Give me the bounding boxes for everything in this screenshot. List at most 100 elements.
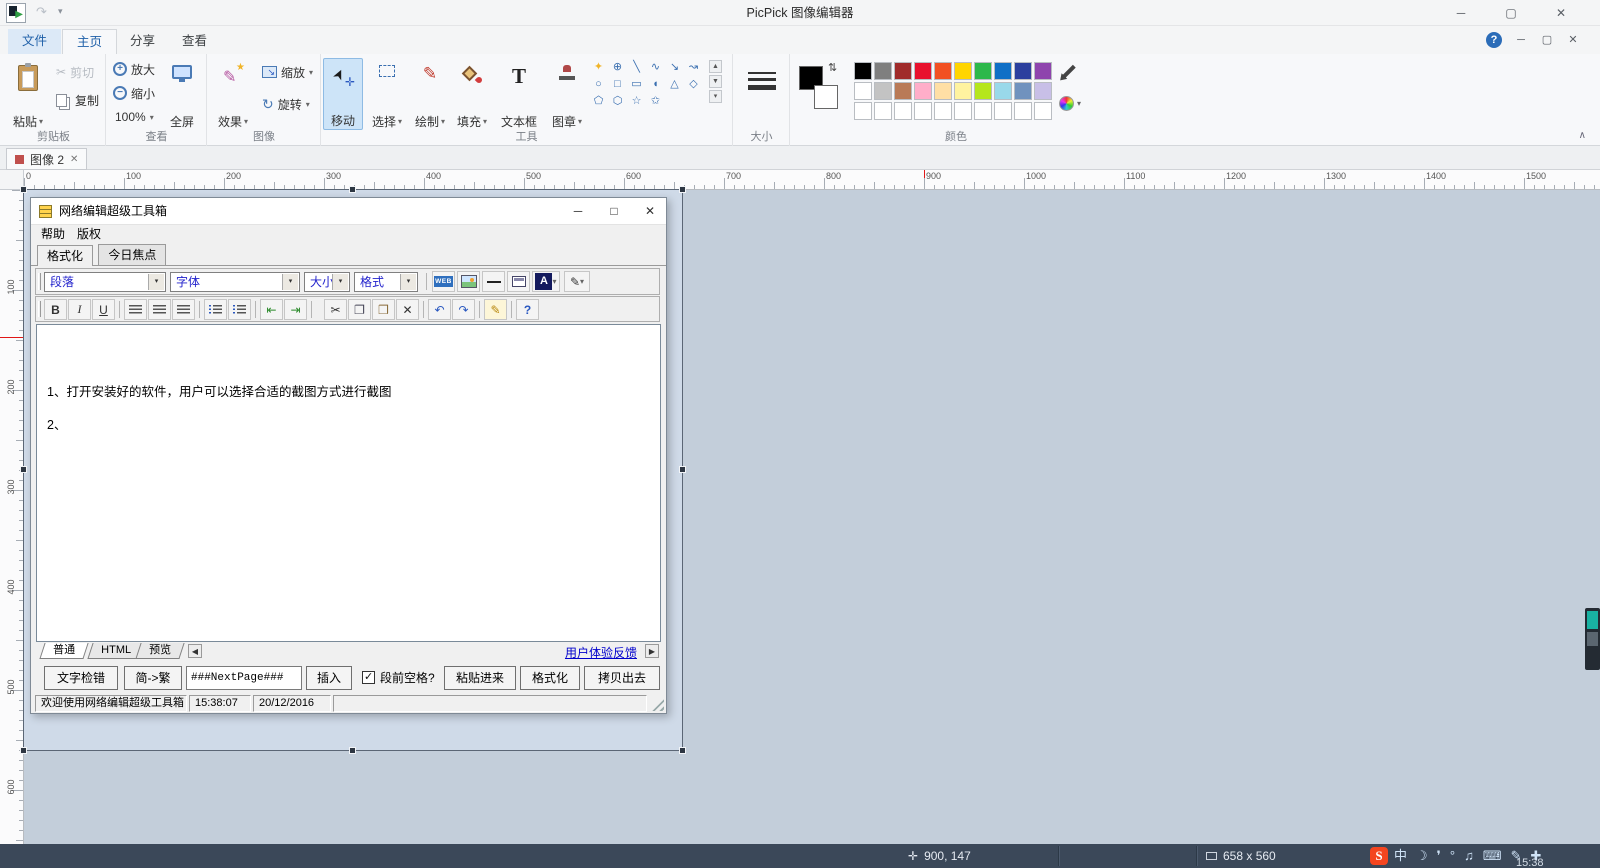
stamp-tool-button[interactable]: 图章▾ xyxy=(547,58,587,130)
fullscreen-button[interactable]: 全屏 xyxy=(161,58,203,130)
color-swatch[interactable] xyxy=(974,62,992,80)
redo-icon[interactable]: ↷ xyxy=(36,4,47,20)
font-combo[interactable]: 字体▾ xyxy=(170,272,300,292)
color-swatch[interactable] xyxy=(1034,102,1052,120)
fill-tool-button[interactable]: 填充▾ xyxy=(453,58,491,130)
punctuation-icon[interactable]: ❜ xyxy=(1437,844,1441,868)
delete-button[interactable]: ✕ xyxy=(396,299,419,320)
maximize-button[interactable]: ▢ xyxy=(1490,0,1532,26)
redo-button[interactable]: ↷ xyxy=(452,299,475,320)
selection-handle[interactable] xyxy=(20,466,27,473)
shape-14[interactable]: ☆ xyxy=(627,93,646,110)
feedback-link[interactable]: 用户体验反馈 xyxy=(565,644,637,661)
color-swatch[interactable] xyxy=(894,102,912,120)
ribbon-close-icon[interactable]: ✕ xyxy=(1558,26,1588,54)
insert-image-button[interactable] xyxy=(457,271,480,292)
line-width-icon[interactable] xyxy=(748,72,776,90)
cut-button[interactable]: ✂ 剪切 xyxy=(56,62,94,82)
select-tool-button[interactable]: 选择▾ xyxy=(367,58,407,130)
editor-minimize-button[interactable]: ─ xyxy=(560,198,596,224)
color-swatch[interactable] xyxy=(914,62,932,80)
shape-7[interactable]: □ xyxy=(608,76,627,93)
color-swatch[interactable] xyxy=(1014,62,1032,80)
foreground-background-swatch[interactable]: ⇅ xyxy=(797,60,847,112)
effects-button[interactable]: ✎★ 效果▾ xyxy=(210,58,256,130)
shape-10[interactable]: △ xyxy=(665,76,684,93)
selection-handle[interactable] xyxy=(679,186,686,193)
color-swatch[interactable] xyxy=(954,102,972,120)
keyboard-icon[interactable]: ⌨ xyxy=(1483,844,1502,868)
zoom-out-button[interactable]: − 缩小 xyxy=(113,83,155,103)
shape-2[interactable]: ╲ xyxy=(627,59,646,76)
space-before-checkbox[interactable] xyxy=(362,671,375,684)
shape-3[interactable]: ∿ xyxy=(646,59,665,76)
color-swatch[interactable] xyxy=(894,82,912,100)
color-swatch[interactable] xyxy=(954,82,972,100)
resize-grip[interactable] xyxy=(651,698,664,711)
textbox-tool-button[interactable]: T 文本框 xyxy=(495,58,543,130)
draw-tool-button[interactable]: ✎ 绘制▾ xyxy=(411,58,449,130)
canvas-area[interactable]: 网络编辑超级工具箱 ─ □ ✕ 帮助 版权 格式化 今日焦点 段落▾ 字体▾ xyxy=(24,190,1600,844)
paste-in-button[interactable]: 粘贴进来 xyxy=(444,666,516,690)
shape-6[interactable]: ○ xyxy=(589,76,608,93)
paste-button[interactable]: ❒ xyxy=(372,299,395,320)
image-surface[interactable]: 网络编辑超级工具箱 ─ □ ✕ 帮助 版权 格式化 今日焦点 段落▾ 字体▾ xyxy=(24,190,682,750)
color-swatch[interactable] xyxy=(954,62,972,80)
tab-view[interactable]: 查看 xyxy=(168,29,221,54)
background-color[interactable] xyxy=(814,85,838,109)
selection-handle[interactable] xyxy=(20,186,27,193)
format-button[interactable]: 格式化 xyxy=(520,666,580,690)
color-swatch[interactable] xyxy=(1034,82,1052,100)
chevron-down-icon[interactable]: ▾ xyxy=(400,274,416,290)
outdent-button[interactable]: ⇤ xyxy=(260,299,283,320)
qat-dropdown-icon[interactable]: ▾ xyxy=(58,6,63,17)
undo-button[interactable]: ↶ xyxy=(428,299,451,320)
paragraph-combo[interactable]: 段落▾ xyxy=(44,272,166,292)
shape-12[interactable]: ⬠ xyxy=(589,93,608,110)
selection-handle[interactable] xyxy=(349,186,356,193)
spellcheck-button[interactable]: 文字检错 xyxy=(44,666,118,690)
align-right-button[interactable] xyxy=(172,299,195,320)
editor-title-bar[interactable]: 网络编辑超级工具箱 ─ □ ✕ xyxy=(31,198,666,225)
editor-text-area[interactable]: 1、打开安装好的软件，用户可以选择合适的截图方式进行截图 2、 xyxy=(36,324,661,642)
align-center-button[interactable] xyxy=(148,299,171,320)
more-colors-button[interactable]: ▾ xyxy=(1059,96,1081,111)
chevron-down-icon[interactable]: ▾ xyxy=(332,274,348,290)
tabs-scroll-right[interactable]: ▶ xyxy=(645,644,659,658)
color-swatch[interactable] xyxy=(934,62,952,80)
lang-icon[interactable]: 中 xyxy=(1394,844,1407,868)
chevron-down-icon[interactable]: ▾ xyxy=(282,274,298,290)
zoom-in-button[interactable]: + 放大 xyxy=(113,59,155,79)
color-swatch[interactable] xyxy=(914,102,932,120)
shape-0[interactable]: ✦ xyxy=(589,59,608,76)
shape-13[interactable]: ⬡ xyxy=(608,93,627,110)
color-swatch[interactable] xyxy=(934,82,952,100)
color-swatch[interactable] xyxy=(1034,62,1052,80)
view-tab-normal[interactable]: 普通 xyxy=(39,643,88,659)
scrollbar-thumb[interactable] xyxy=(1585,608,1600,670)
close-tab-icon[interactable]: ✕ xyxy=(70,154,78,165)
tab-format[interactable]: 格式化 xyxy=(37,245,93,266)
edit-note-button[interactable]: ✎ xyxy=(484,299,507,320)
toolbar-grip[interactable] xyxy=(38,301,41,317)
minimize-button[interactable]: ─ xyxy=(1440,0,1482,26)
color-swatch[interactable] xyxy=(874,62,892,80)
nextpage-input[interactable] xyxy=(186,666,302,690)
tab-home[interactable]: 主页 xyxy=(62,29,117,54)
shape-9[interactable]: ◖ xyxy=(646,76,665,93)
color-swatch[interactable] xyxy=(914,82,932,100)
size-combo[interactable]: 大小▾ xyxy=(304,272,350,292)
mic-icon[interactable]: ♫ xyxy=(1464,844,1474,868)
paste-button[interactable]: 粘贴▾ xyxy=(6,58,50,130)
emoji-icon[interactable]: ° xyxy=(1450,844,1455,868)
document-tab[interactable]: 图像 2 ✕ xyxy=(6,148,87,170)
color-swatch[interactable] xyxy=(934,102,952,120)
view-tab-preview[interactable]: 预览 xyxy=(135,643,184,659)
insert-button[interactable]: 插入 xyxy=(306,666,352,690)
numbered-list-button[interactable] xyxy=(204,299,227,320)
copy-out-button[interactable]: 拷贝出去 xyxy=(584,666,660,690)
bullet-list-button[interactable] xyxy=(228,299,251,320)
swap-colors-icon[interactable]: ⇅ xyxy=(828,61,837,74)
menu-help[interactable]: 帮助 xyxy=(41,225,65,244)
indent-button[interactable]: ⇥ xyxy=(284,299,307,320)
